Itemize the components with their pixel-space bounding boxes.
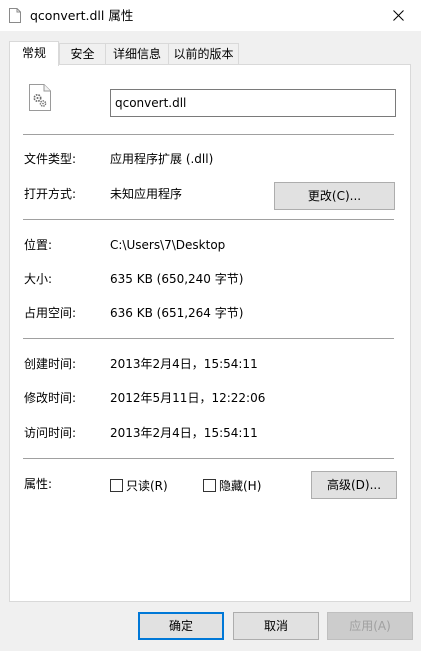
hidden-label[interactable]: 隐藏(H) bbox=[219, 478, 261, 494]
separator bbox=[23, 338, 394, 339]
file-icon bbox=[9, 8, 21, 23]
separator bbox=[23, 219, 394, 220]
size-label: 大小: bbox=[24, 272, 53, 286]
separator bbox=[23, 134, 394, 135]
tab-general[interactable]: 常规 bbox=[9, 41, 59, 66]
location-value: C:\Users\7\Desktop bbox=[110, 238, 226, 252]
ok-button[interactable]: 确定 bbox=[138, 612, 224, 640]
size-on-disk-label: 占用空间: bbox=[24, 306, 77, 320]
window-title: qconvert.dll 属性 bbox=[30, 8, 134, 23]
created-value: 2013年2月4日，15:54:11 bbox=[110, 357, 258, 371]
created-label: 创建时间: bbox=[24, 357, 77, 371]
size-on-disk-value: 636 KB (651,264 字节) bbox=[110, 306, 244, 320]
tab-details[interactable]: 详细信息 bbox=[105, 43, 169, 64]
file-name-input[interactable] bbox=[110, 89, 396, 117]
general-panel bbox=[9, 64, 411, 602]
close-icon bbox=[392, 10, 404, 21]
cancel-button[interactable]: 取消 bbox=[233, 612, 319, 640]
opens-with-label: 打开方式: bbox=[24, 187, 77, 201]
title-bar: qconvert.dll 属性 bbox=[0, 0, 421, 31]
file-type-value: 应用程序扩展 (.dll) bbox=[110, 152, 214, 166]
attributes-label: 属性: bbox=[24, 477, 53, 491]
modified-label: 修改时间: bbox=[24, 391, 77, 405]
apply-button[interactable]: 应用(A) bbox=[327, 612, 413, 640]
location-label: 位置: bbox=[24, 238, 53, 252]
accessed-label: 访问时间: bbox=[24, 426, 77, 440]
opens-with-value: 未知应用程序 bbox=[110, 187, 183, 201]
advanced-button[interactable]: 高级(D)... bbox=[311, 471, 397, 499]
hidden-checkbox[interactable] bbox=[203, 479, 216, 492]
accessed-value: 2013年2月4日，15:54:11 bbox=[110, 426, 258, 440]
tab-previous-versions[interactable]: 以前的版本 bbox=[168, 43, 239, 64]
size-value: 635 KB (650,240 字节) bbox=[110, 272, 244, 286]
modified-value: 2012年5月11日，12:22:06 bbox=[110, 391, 266, 405]
readonly-checkbox[interactable] bbox=[110, 479, 123, 492]
change-button[interactable]: 更改(C)... bbox=[274, 182, 395, 210]
tab-security[interactable]: 安全 bbox=[59, 43, 106, 64]
readonly-label[interactable]: 只读(R) bbox=[126, 478, 168, 494]
close-button[interactable] bbox=[375, 0, 421, 31]
dll-file-icon bbox=[29, 84, 51, 111]
separator bbox=[23, 458, 394, 459]
file-type-label: 文件类型: bbox=[24, 152, 77, 166]
